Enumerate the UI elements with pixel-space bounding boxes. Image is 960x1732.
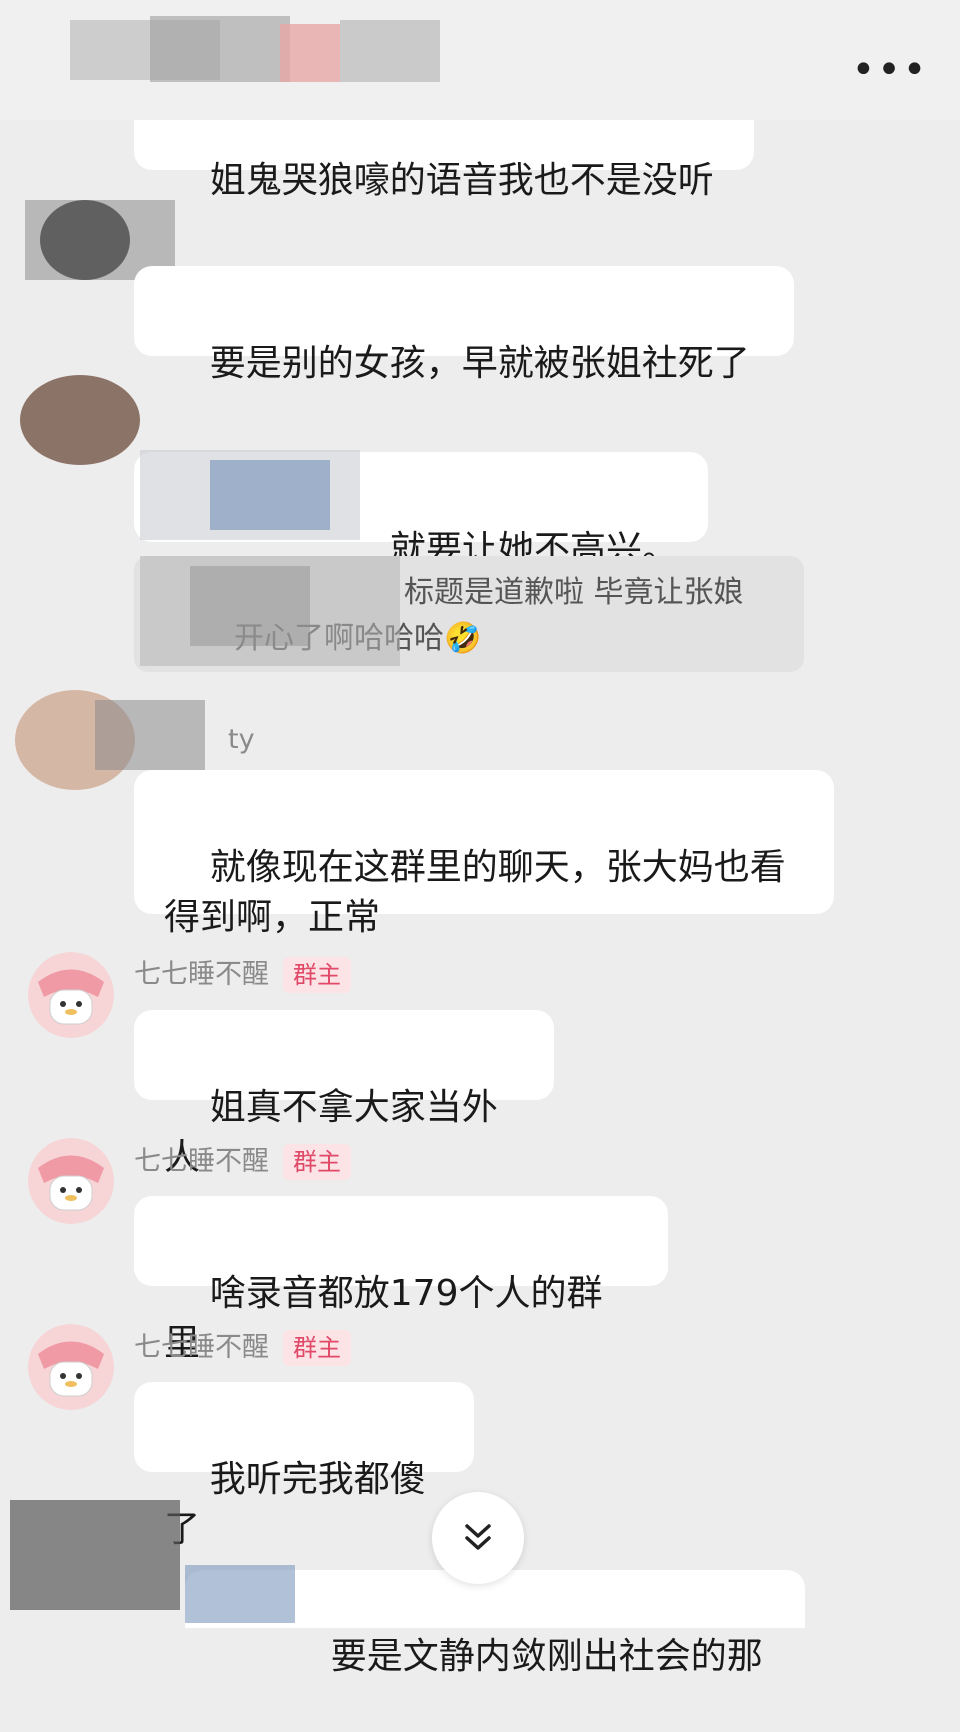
message-bubble[interactable]: 姐真不拿大家当外人 [134,1010,554,1178]
rofl-emoji-icon: 🤣 [444,621,482,656]
redacted-avatar [20,375,140,465]
sender-row: 七七睡不醒 群主 [134,1328,351,1368]
message-bubble[interactable]: 就像现在这群里的聊天，张大妈也看 得到啊，正常 [134,770,834,938]
more-options-button[interactable]: ••• [852,50,927,90]
owner-badge: 群主 [283,1144,351,1180]
chat-area: ••• 姐鬼哭狼嚎的语音我也不是没听 要是别的女孩，早就被张姐社死了 就要让她不… [0,0,960,1677]
redacted-title-scribble [70,16,440,82]
sender-name-fragment: ty [228,724,255,755]
redacted-avatar [10,1500,180,1610]
sender-row: 七七睡不醒 群主 [134,955,351,995]
melody-avatar-icon [28,952,114,1038]
owner-badge: 群主 [283,957,351,993]
sender-name[interactable]: 七七睡不醒 [134,1328,269,1368]
message-text: 我听完我都傻了 [164,1459,426,1550]
message-bubble[interactable]: 我听完我都傻了 [134,1382,474,1550]
scroll-to-bottom-button[interactable] [432,1492,524,1584]
chevron-double-down-icon [465,1524,491,1550]
avatar[interactable] [28,1138,114,1224]
redacted-scribble [140,556,400,666]
message-text: 要是别的女孩，早就被张姐社死了 [209,343,750,384]
avatar[interactable] [28,1324,114,1410]
sender-row: 七七睡不醒 群主 [134,1142,351,1182]
owner-badge: 群主 [283,1330,351,1366]
chat-header: ••• [0,0,960,120]
sender-name[interactable]: 七七睡不醒 [134,1142,269,1182]
redacted-scribble [185,1565,295,1623]
message-text: 姐鬼哭狼嚎的语音我也不是没听 [209,160,714,201]
message-bubble[interactable]: 要是别的女孩，早就被张姐社死了 [134,266,794,384]
melody-avatar-icon [28,1138,114,1224]
more-dots-icon: ••• [851,47,929,93]
message-text: 要是文静内敛刚出社会的那 [330,1636,763,1677]
message-bubble[interactable]: 啥录音都放179个人的群里 [134,1196,668,1364]
sender-name[interactable]: 七七睡不醒 [134,955,269,995]
message-text: 就像现在这群里的聊天，张大妈也看 得到啊，正常 [164,847,786,938]
quote-line: 标题是道歉啦 毕竟让张娘 [404,575,744,610]
avatar[interactable] [28,952,114,1038]
redacted-scribble [140,450,360,540]
melody-avatar-icon [28,1324,114,1410]
